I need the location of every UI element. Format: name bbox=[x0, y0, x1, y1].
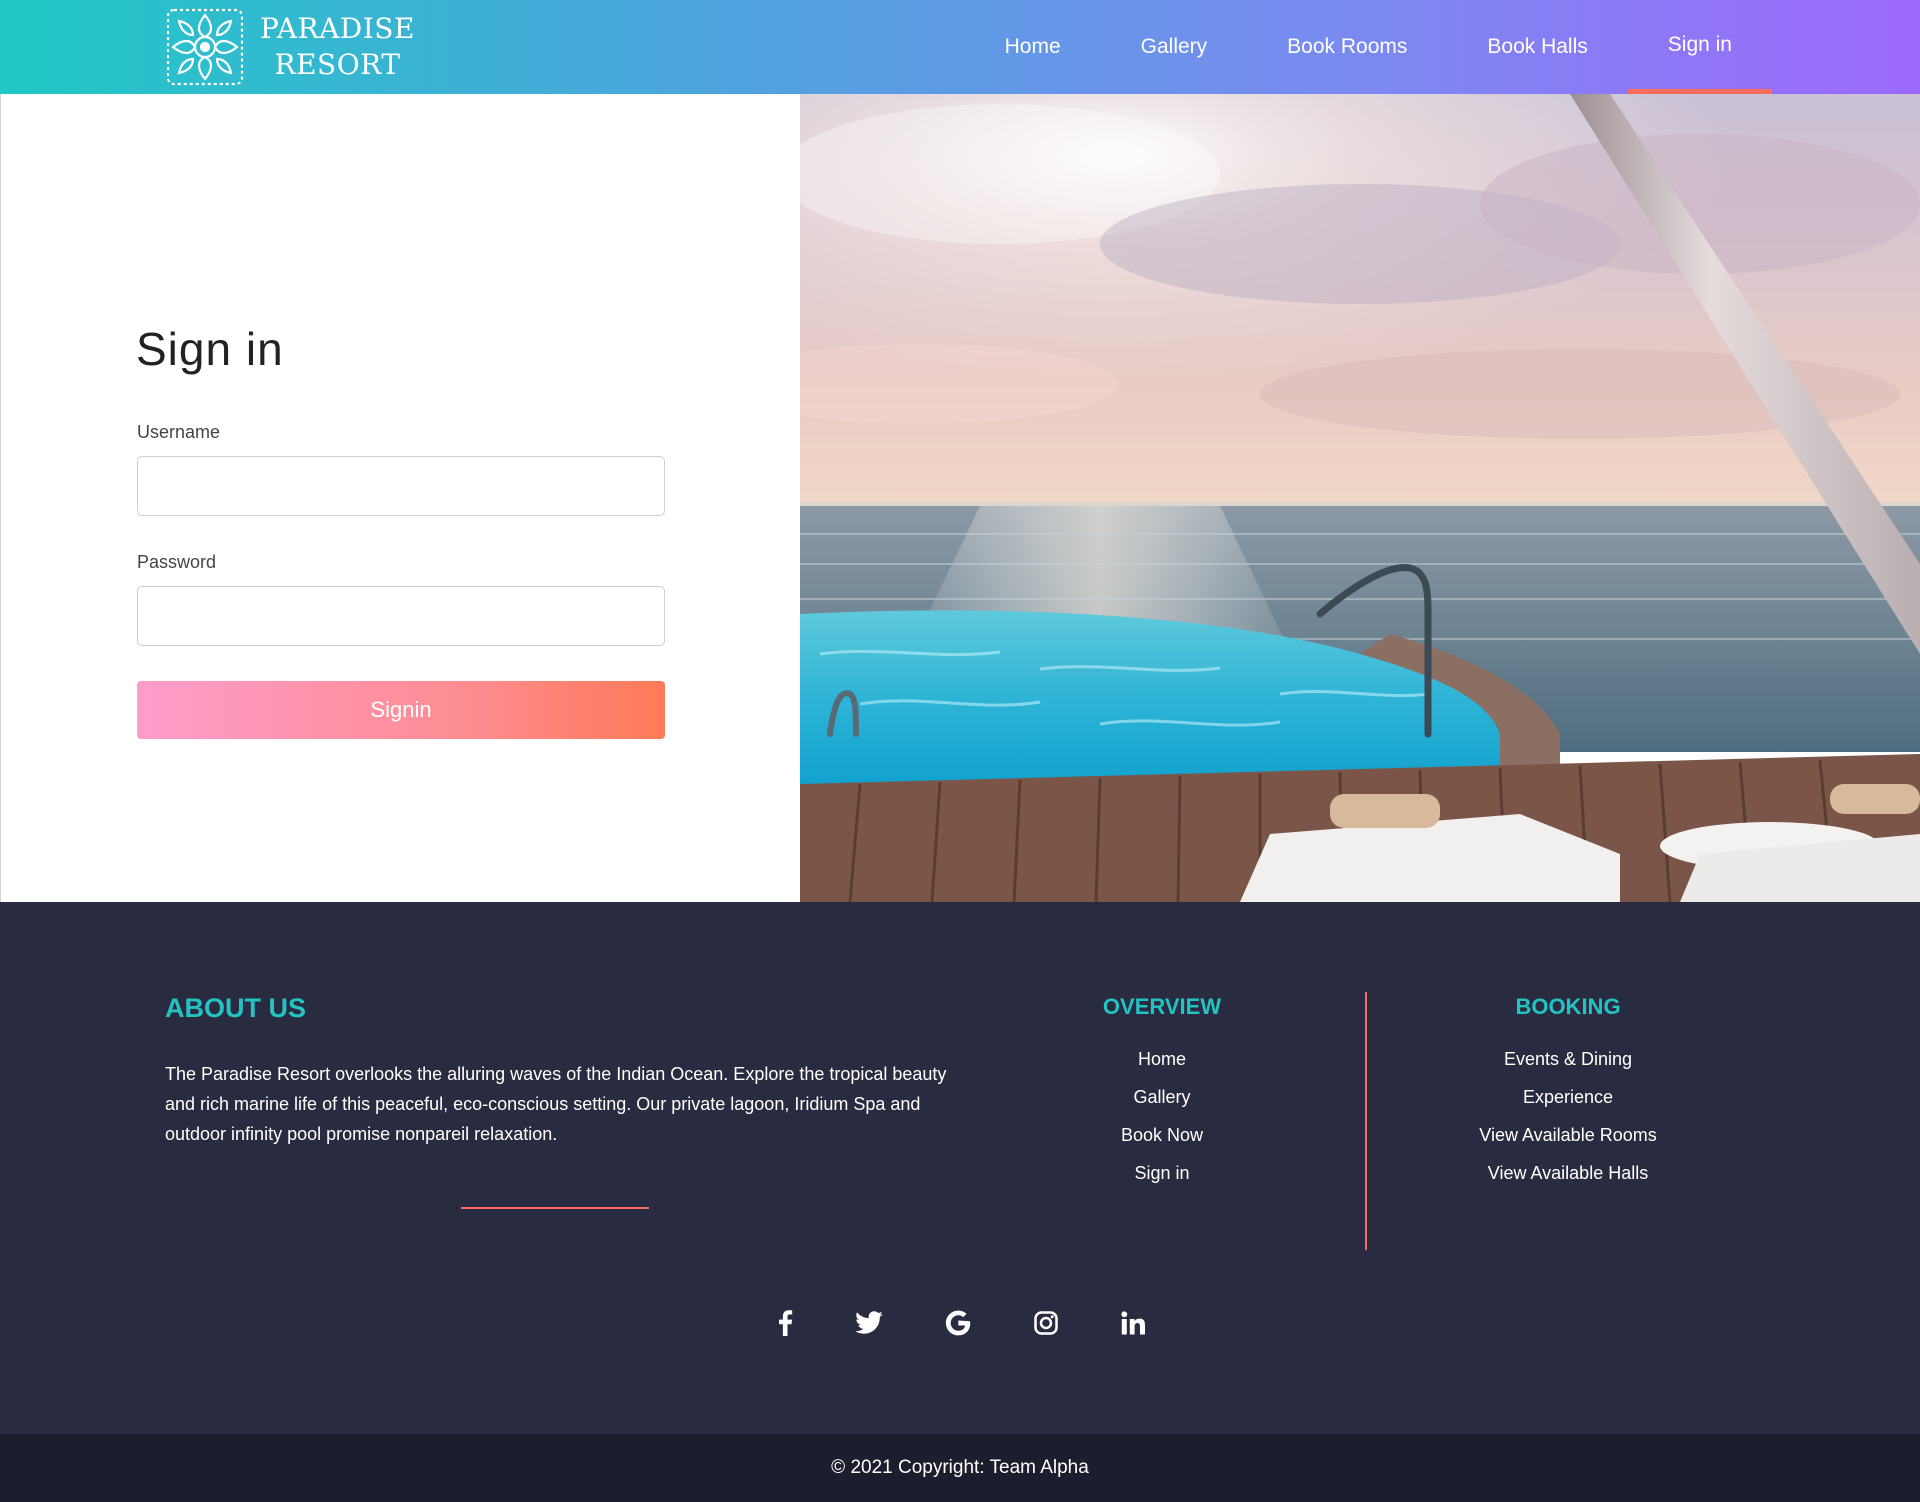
list-item: Sign in bbox=[1062, 1163, 1262, 1201]
footer-link-view-rooms[interactable]: View Available Rooms bbox=[1479, 1125, 1656, 1145]
list-item: Events & Dining bbox=[1418, 1049, 1718, 1087]
main-nav: Home Gallery Book Rooms Book Halls Sign … bbox=[965, 0, 1773, 94]
about-divider bbox=[461, 1207, 649, 1209]
facebook-icon[interactable] bbox=[760, 1298, 810, 1348]
brand-name-line2: RESORT bbox=[274, 48, 401, 81]
footer-link-experience[interactable]: Experience bbox=[1523, 1087, 1613, 1107]
about-text: The Paradise Resort overlooks the alluri… bbox=[165, 1064, 947, 1144]
about-title: ABOUT US bbox=[165, 993, 306, 1023]
nav-gallery[interactable]: Gallery bbox=[1101, 0, 1248, 94]
username-input[interactable] bbox=[137, 456, 665, 516]
footer-link-events-dining[interactable]: Events & Dining bbox=[1504, 1049, 1632, 1069]
overview-links: Home Gallery Book Now Sign in bbox=[1062, 1049, 1262, 1201]
linkedin-icon[interactable] bbox=[1108, 1298, 1158, 1348]
instagram-icon[interactable] bbox=[1021, 1298, 1071, 1348]
brand-name: PARADISE RESORT bbox=[260, 11, 415, 83]
overview-title: OVERVIEW bbox=[1102, 994, 1222, 1019]
booking-links: Events & Dining Experience View Availabl… bbox=[1418, 1049, 1718, 1201]
password-input[interactable] bbox=[137, 586, 665, 646]
page-title: Sign in bbox=[136, 323, 284, 375]
footer-link-book-now[interactable]: Book Now bbox=[1121, 1125, 1203, 1145]
booking-title: BOOKING bbox=[1515, 994, 1621, 1019]
signin-button[interactable]: Signin bbox=[137, 681, 665, 739]
list-item: View Available Halls bbox=[1418, 1163, 1718, 1201]
footer-link-gallery[interactable]: Gallery bbox=[1133, 1087, 1190, 1107]
footer-link-view-halls[interactable]: View Available Halls bbox=[1488, 1163, 1648, 1183]
password-label: Password bbox=[137, 552, 217, 572]
list-item: View Available Rooms bbox=[1418, 1125, 1718, 1163]
twitter-icon[interactable] bbox=[844, 1298, 894, 1348]
brand-link[interactable]: PARADISE RESORT bbox=[165, 6, 415, 88]
signin-panel: Sign in Username Password Signin bbox=[0, 94, 800, 902]
list-item: Book Now bbox=[1062, 1125, 1262, 1163]
nav-book-halls[interactable]: Book Halls bbox=[1447, 0, 1627, 94]
vertical-divider bbox=[1365, 992, 1367, 1250]
navbar: PARADISE RESORT Home Gallery Book Rooms … bbox=[0, 0, 1920, 94]
social-links bbox=[760, 1298, 1160, 1348]
brand-name-line1: PARADISE bbox=[260, 12, 415, 45]
nav-book-rooms[interactable]: Book Rooms bbox=[1247, 0, 1447, 94]
list-item: Experience bbox=[1418, 1087, 1718, 1125]
footer: ABOUT US The Paradise Resort overlooks t… bbox=[0, 902, 1920, 1434]
ornamental-mandala-icon bbox=[166, 8, 244, 86]
google-icon[interactable] bbox=[933, 1298, 983, 1348]
list-item: Home bbox=[1062, 1049, 1262, 1087]
footer-link-home[interactable]: Home bbox=[1138, 1049, 1186, 1069]
list-item: Gallery bbox=[1062, 1087, 1262, 1125]
copyright: © 2021 Copyright: Team Alpha bbox=[0, 1434, 1920, 1502]
nav-sign-in[interactable]: Sign in bbox=[1627, 0, 1773, 94]
footer-link-sign-in[interactable]: Sign in bbox=[1134, 1163, 1189, 1183]
infinity-pool-ocean-sunset-photo bbox=[800, 94, 1920, 902]
username-label: Username bbox=[137, 422, 221, 442]
nav-home[interactable]: Home bbox=[965, 0, 1101, 94]
